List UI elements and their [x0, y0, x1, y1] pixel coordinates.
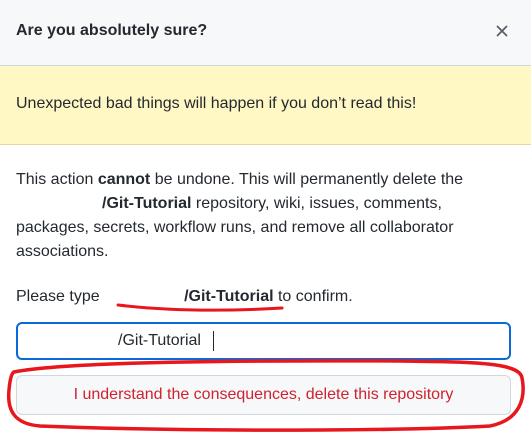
- warning-text: Unexpected bad things will happen if you…: [16, 95, 417, 112]
- description-cannot: cannot: [97, 171, 151, 188]
- redacted-owner: [16, 207, 102, 208]
- dialog-description: This action cannot be undone. This will …: [16, 168, 516, 264]
- delete-repository-dialog: Are you absolutely sure? Unexpected bad …: [0, 0, 531, 435]
- confirm-repo-input[interactable]: [16, 322, 511, 360]
- close-icon: [496, 25, 508, 37]
- confirm-repo-name: /Git-Tutorial: [184, 288, 274, 305]
- redacted-owner-confirm: [104, 300, 184, 301]
- description-line1-suffix: be undone. This will permanently delete …: [150, 171, 464, 188]
- dialog-header: Are you absolutely sure?: [0, 0, 531, 66]
- text-caret: [213, 331, 214, 351]
- description-prefix: This action: [16, 171, 98, 188]
- description-line2-suffix: repository, wiki, issues, comments, pack…: [16, 195, 454, 260]
- close-button[interactable]: [491, 20, 513, 42]
- confirm-suffix: to confirm.: [273, 288, 353, 305]
- confirm-prefix: Please type: [16, 288, 105, 305]
- warning-banner: Unexpected bad things will happen if you…: [0, 66, 531, 145]
- delete-repository-button[interactable]: I understand the consequences, delete th…: [16, 375, 511, 415]
- confirm-label: Please type /Git-Tutorial to confirm.: [16, 288, 353, 306]
- description-repo-name: /Git-Tutorial: [102, 195, 192, 212]
- dialog-title: Are you absolutely sure?: [16, 22, 208, 39]
